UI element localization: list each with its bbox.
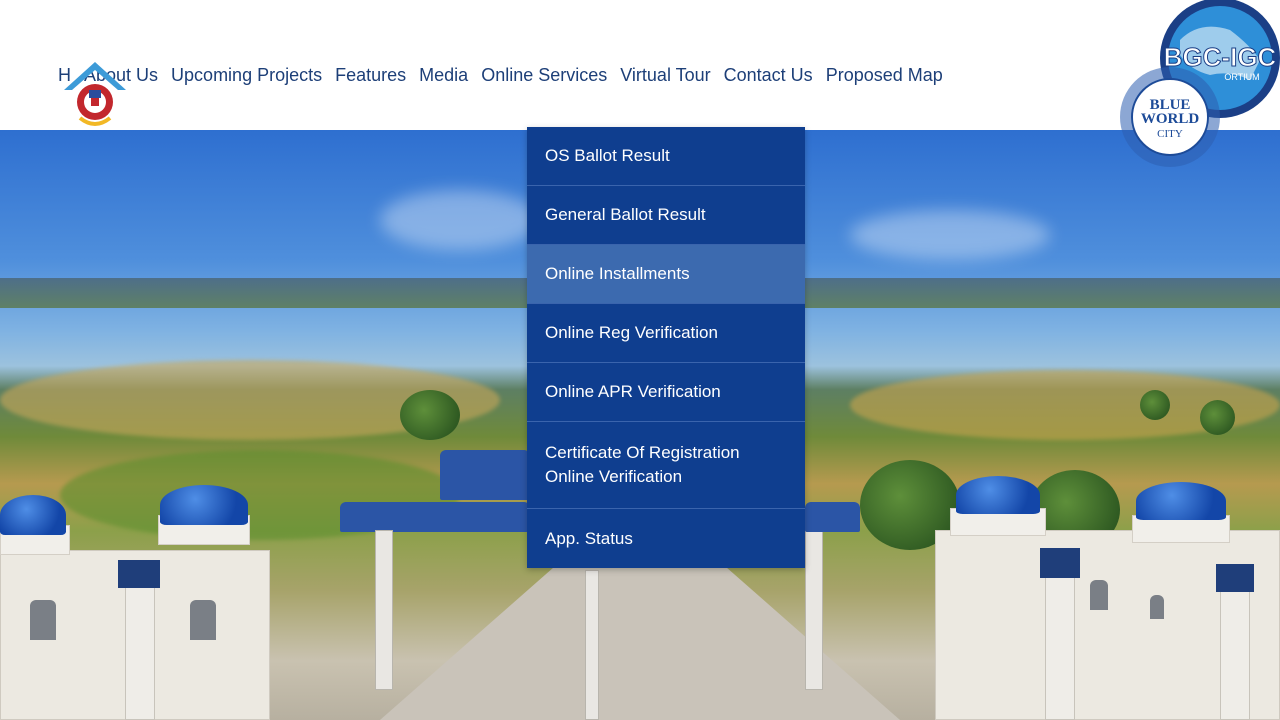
svg-text:WORLD: WORLD xyxy=(1141,111,1200,127)
nav-virtual-tour[interactable]: Virtual Tour xyxy=(614,62,717,88)
partner-logo-icon: BGC-IGC ORTIUM BLUE WORLD CITY xyxy=(1120,0,1280,167)
dropdown-item-os-ballot-result[interactable]: OS Ballot Result xyxy=(527,127,805,186)
dropdown-item-general-ballot-result[interactable]: General Ballot Result xyxy=(527,186,805,245)
dropdown-item-online-apr-verification[interactable]: Online APR Verification xyxy=(527,363,805,422)
nav-upcoming-projects[interactable]: Upcoming Projects xyxy=(165,62,329,88)
nav-proposed-map[interactable]: Proposed Map xyxy=(819,62,949,88)
nav-contact-us[interactable]: Contact Us xyxy=(717,62,819,88)
home-logo-icon[interactable] xyxy=(62,60,128,132)
online-services-dropdown: OS Ballot Result General Ballot Result O… xyxy=(527,127,805,568)
partner-top-text: BGC-IGC xyxy=(1164,42,1277,72)
main-nav: H About Us Upcoming Projects Features Me… xyxy=(58,62,949,88)
nav-online-services[interactable]: Online Services xyxy=(475,62,614,88)
site-header: H About Us Upcoming Projects Features Me… xyxy=(0,0,1280,130)
svg-text:ORTIUM: ORTIUM xyxy=(1224,72,1259,82)
nav-features[interactable]: Features xyxy=(329,62,413,88)
svg-text:CITY: CITY xyxy=(1157,128,1183,140)
dropdown-item-online-reg-verification[interactable]: Online Reg Verification xyxy=(527,304,805,363)
nav-media[interactable]: Media xyxy=(413,62,475,88)
dropdown-item-online-installments[interactable]: Online Installments xyxy=(527,245,805,304)
dropdown-item-app-status[interactable]: App. Status xyxy=(527,509,805,568)
dropdown-item-certificate-verification[interactable]: Certificate Of Registration Online Verif… xyxy=(527,422,805,509)
